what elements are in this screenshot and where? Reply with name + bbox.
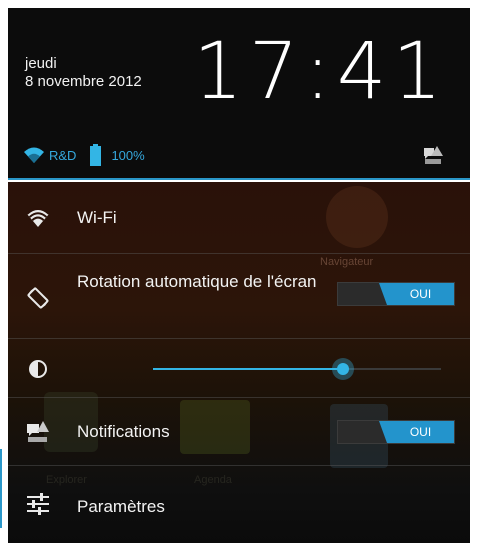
settings-label: Paramètres <box>77 497 165 516</box>
brightness-icon <box>29 360 47 378</box>
focus-edge-marker <box>0 449 2 528</box>
quick-settings-panel: Navigateur Explorer Agenda Wi-Fi Rotatio… <box>8 182 470 543</box>
status-row: R&D 100% <box>23 144 145 166</box>
notifications-toggle[interactable]: OUI <box>337 420 455 444</box>
brightness-slider-thumb[interactable] <box>332 358 354 380</box>
brightness-slider[interactable] <box>153 358 441 380</box>
quick-setting-rotation[interactable]: Rotation automatique de l'écran OUI <box>8 254 470 339</box>
rotation-label: Rotation automatique de l'écran <box>77 272 317 291</box>
wifi-label: Wi-Fi <box>77 208 117 227</box>
date-block: jeudi 8 novembre 2012 <box>25 55 142 91</box>
day-label: jeudi <box>25 55 57 72</box>
wifi-icon <box>24 147 44 163</box>
rotation-toggle[interactable]: OUI <box>337 282 455 306</box>
clock: 17:41 <box>193 27 448 117</box>
notifications-label: Notifications <box>77 422 170 441</box>
date-label: 8 novembre 2012 <box>25 73 142 90</box>
status-header: jeudi 8 novembre 2012 17:41 R&D 100% <box>8 8 470 180</box>
notifications-toggle-icon[interactable] <box>422 145 444 165</box>
rotation-toggle-on-label: OUI <box>379 283 454 305</box>
brightness-slider-track <box>343 368 441 370</box>
wifi-icon <box>26 208 50 227</box>
network-name: R&D <box>49 147 77 163</box>
battery-icon <box>90 144 102 166</box>
quick-setting-wifi[interactable]: Wi-Fi <box>8 182 470 254</box>
quick-setting-brightness <box>8 339 470 398</box>
quick-setting-settings[interactable]: Paramètres <box>8 466 470 543</box>
notifications-toggle-on-label: OUI <box>379 421 454 443</box>
brightness-slider-fill <box>153 368 343 370</box>
battery-percent: 100% <box>111 147 145 163</box>
quick-setting-notifications[interactable]: Notifications OUI <box>8 398 470 466</box>
settings-sliders-icon <box>27 493 49 515</box>
notifications-icon <box>27 421 49 442</box>
rotation-icon <box>27 287 49 309</box>
